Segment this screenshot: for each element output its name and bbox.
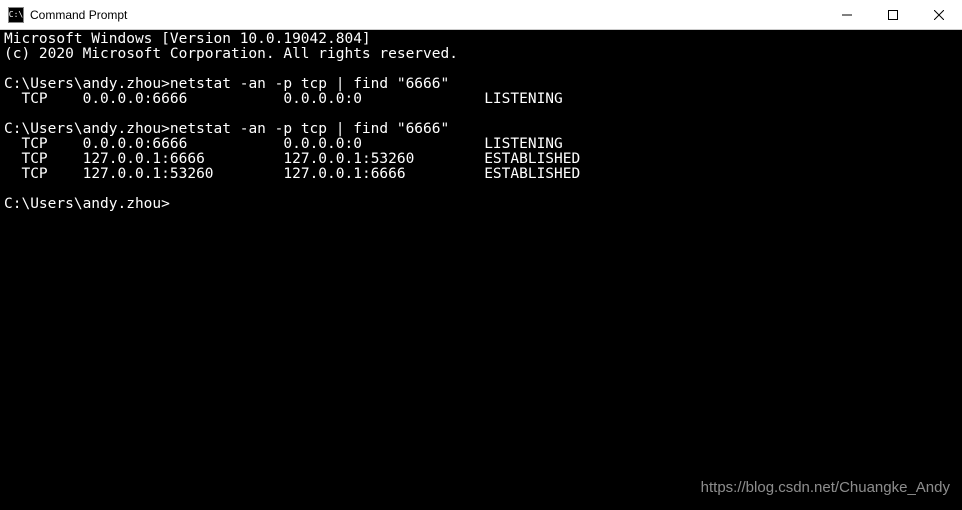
prompt: C:\Users\andy.zhou> [4,76,170,92]
netstat-local: 0.0.0.0:6666 [83,91,188,107]
netstat-foreign: 0.0.0.0:0 [283,136,362,152]
netstat-state: LISTENING [484,136,563,152]
netstat-proto: TCP [21,151,47,167]
copyright-line: (c) 2020 Microsoft Corporation. All righ… [4,46,458,62]
netstat-local: 127.0.0.1:6666 [83,151,205,167]
prompt-cursor: C:\Users\andy.zhou> [4,196,170,212]
version-line: Microsoft Windows [Version 10.0.19042.80… [4,31,371,47]
netstat-state: ESTABLISHED [484,151,580,167]
netstat-foreign: 0.0.0.0:0 [283,91,362,107]
cmd-icon: C:\ [8,7,24,23]
prompt: C:\Users\andy.zhou> [4,121,170,137]
window-controls [824,0,962,29]
netstat-proto: TCP [21,166,47,182]
netstat-foreign: 127.0.0.1:53260 [283,151,414,167]
netstat-local: 127.0.0.1:53260 [83,166,214,182]
netstat-proto: TCP [21,136,47,152]
netstat-state: LISTENING [484,91,563,107]
close-button[interactable] [916,0,962,29]
netstat-proto: TCP [21,91,47,107]
window-title: Command Prompt [30,8,127,22]
console-output[interactable]: Microsoft Windows [Version 10.0.19042.80… [0,30,962,214]
netstat-local: 0.0.0.0:6666 [83,136,188,152]
netstat-state: ESTABLISHED [484,166,580,182]
netstat-foreign: 127.0.0.1:6666 [283,166,405,182]
minimize-button[interactable] [824,0,870,29]
command-text: netstat -an -p tcp | find "6666" [170,76,449,92]
command-text: netstat -an -p tcp | find "6666" [170,121,449,137]
watermark-text: https://blog.csdn.net/Chuangke_Andy [701,479,950,496]
titlebar: C:\ Command Prompt [0,0,962,30]
maximize-button[interactable] [870,0,916,29]
